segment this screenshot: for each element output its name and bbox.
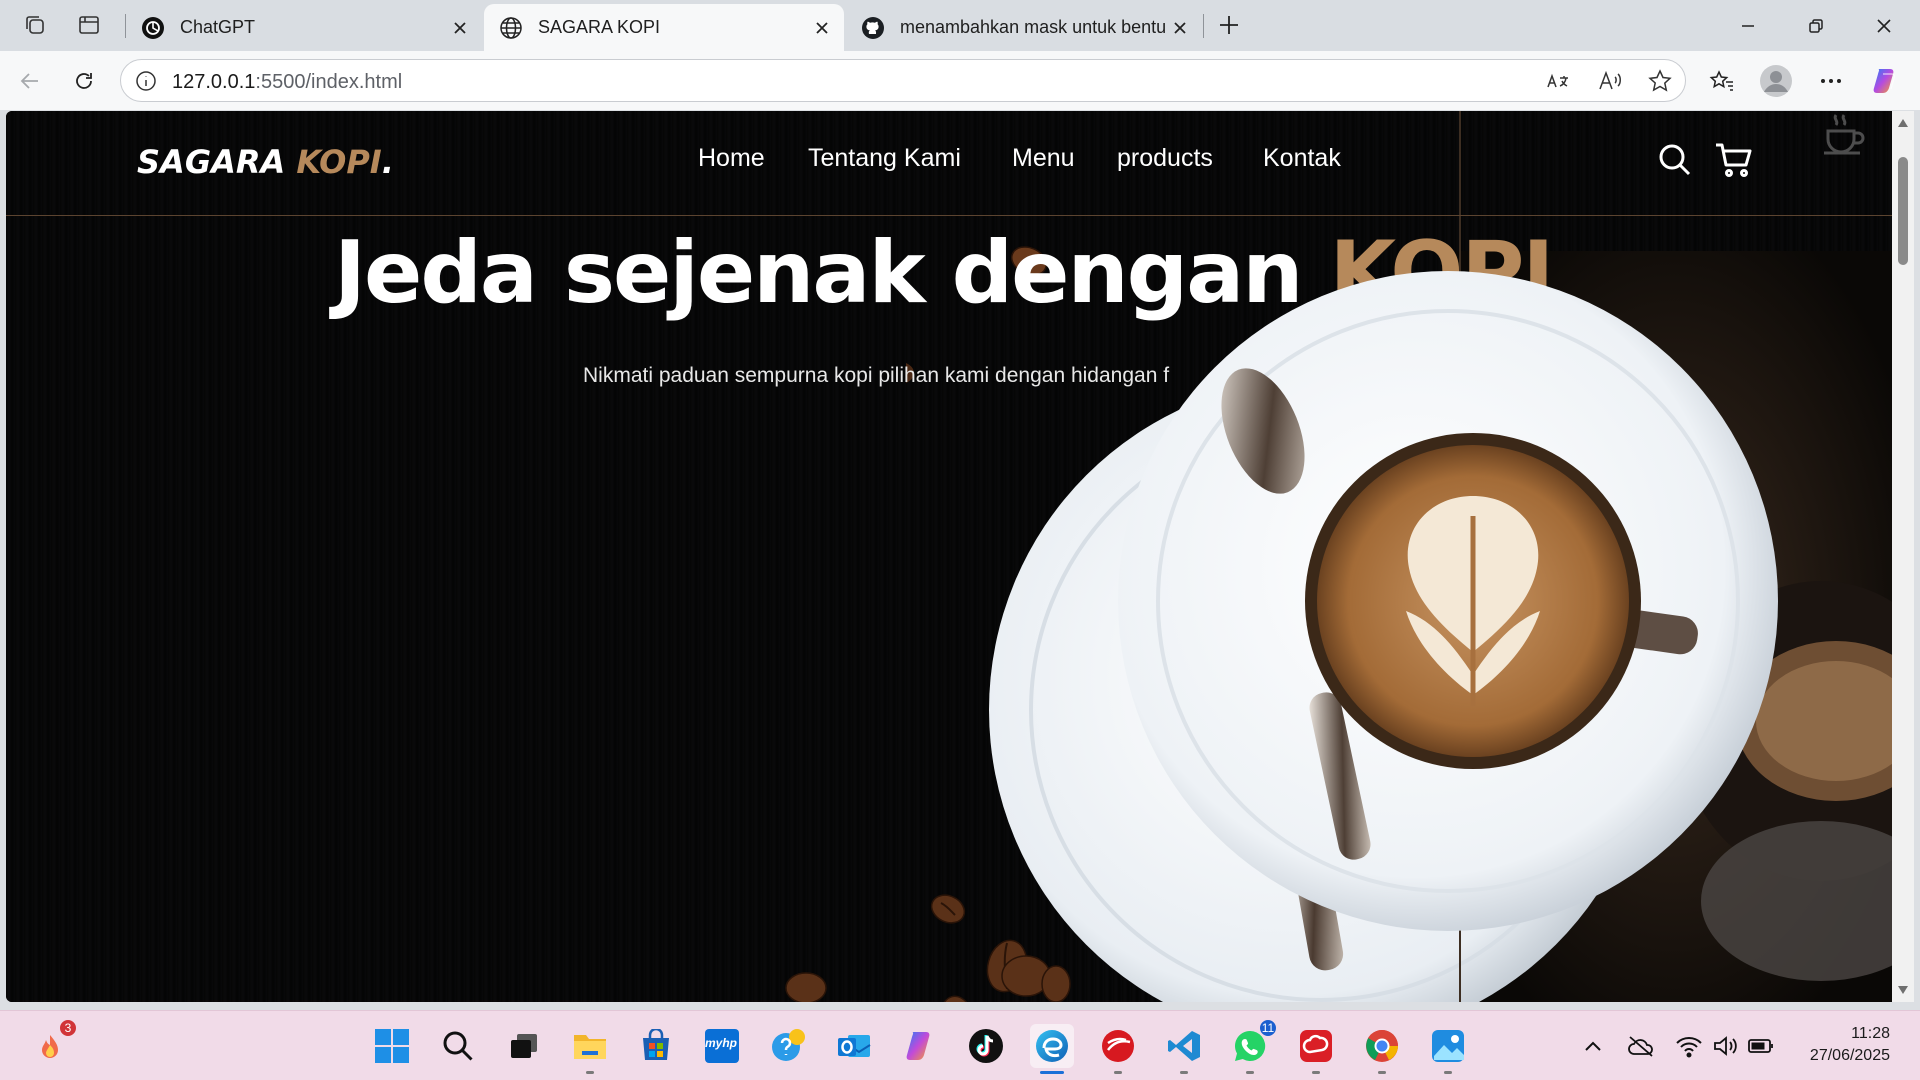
show-hidden-icons-chevron-icon[interactable] — [1578, 1031, 1608, 1061]
coffee-cup-icon — [1824, 114, 1865, 155]
weather-badge: 3 — [58, 1018, 78, 1038]
chrome-icon[interactable] — [1360, 1024, 1404, 1074]
tab-title: ChatGPT — [180, 17, 256, 37]
address-bar[interactable]: 127.0.0.1:5500/index.html — [120, 59, 1686, 102]
new-tab-icon[interactable] — [1214, 10, 1244, 40]
search-taskbar-icon[interactable] — [436, 1024, 480, 1068]
chatgpt-icon — [140, 15, 166, 41]
wifi-icon[interactable] — [1674, 1031, 1704, 1061]
web-page-viewport: SAGARA KOPI. Home Tentang Kami Menu prod… — [6, 111, 1892, 1002]
github-icon — [860, 15, 886, 41]
file-explorer-icon[interactable] — [568, 1024, 612, 1074]
get-help-icon[interactable] — [766, 1024, 810, 1068]
site-logo[interactable]: SAGARA KOPI. — [137, 143, 394, 181]
reload-icon[interactable] — [66, 63, 102, 99]
whatsapp-icon[interactable]: 11 — [1228, 1018, 1278, 1074]
globe-icon — [498, 15, 524, 41]
volume-icon[interactable] — [1710, 1031, 1740, 1061]
taskbar-clock[interactable]: 11:28 27/06/2025 — [1810, 1023, 1890, 1067]
page-scrollbar[interactable] — [1892, 111, 1914, 1002]
close-window-icon[interactable] — [1856, 6, 1912, 46]
microsoft-store-icon[interactable] — [634, 1024, 678, 1068]
url-text[interactable]: 127.0.0.1:5500/index.html — [172, 71, 402, 94]
whatsapp-badge: 11 — [1258, 1018, 1278, 1038]
read-aloud-icon[interactable] — [1597, 69, 1623, 98]
tiktok-icon[interactable] — [964, 1024, 1008, 1068]
search-icon[interactable] — [1656, 141, 1694, 179]
myhp-label: myhp — [705, 1036, 738, 1050]
site-navbar: SAGARA KOPI. Home Tentang Kami Menu prod… — [6, 111, 1892, 216]
scroll-down-arrow-icon[interactable] — [1897, 984, 1909, 996]
workspaces-icon[interactable] — [20, 10, 50, 40]
copilot-taskbar-icon[interactable] — [898, 1024, 942, 1068]
scrollbar-thumb[interactable] — [1898, 157, 1908, 265]
profile-avatar[interactable] — [1758, 63, 1794, 99]
outlook-icon[interactable] — [832, 1024, 876, 1068]
nav-menu-link[interactable]: Menu — [1012, 144, 1075, 173]
edge-browser-icon[interactable] — [1030, 1024, 1074, 1074]
tab-title: SAGARA KOPI — [538, 17, 661, 37]
minimize-icon[interactable] — [1720, 6, 1776, 46]
photos-icon[interactable] — [1426, 1024, 1470, 1074]
hero-subtitle: Nikmati paduan sempurna kopi pilihan kam… — [583, 364, 1170, 387]
browser-toolbar: 127.0.0.1:5500/index.html — [0, 51, 1920, 110]
myhp-icon[interactable]: myhp — [700, 1024, 744, 1068]
clock-date: 27/06/2025 — [1809, 1047, 1890, 1064]
site-info-icon[interactable] — [135, 70, 157, 97]
weather-widget-icon[interactable]: 3 — [28, 1018, 78, 1068]
restore-icon[interactable] — [1788, 6, 1844, 46]
close-tab-icon[interactable] — [1166, 14, 1194, 42]
close-tab-icon[interactable] — [808, 14, 836, 42]
start-icon[interactable] — [370, 1024, 414, 1068]
clock-time: 11:28 — [1851, 1025, 1890, 1042]
coffee-beans-bottom-image — [785, 955, 1071, 1002]
nav-kontak-link[interactable]: Kontak — [1263, 144, 1341, 173]
tab-sagara-kopi[interactable]: SAGARA KOPI — [484, 4, 844, 51]
nav-products-link[interactable]: products — [1117, 144, 1213, 173]
task-view-icon[interactable] — [502, 1024, 546, 1068]
tab-chatgpt[interactable]: ChatGPT — [126, 4, 482, 51]
translate-icon[interactable] — [1545, 69, 1571, 98]
nav-tentang-kami-link[interactable]: Tentang Kami — [808, 144, 961, 173]
battery-icon[interactable] — [1746, 1031, 1776, 1061]
coffee-saucer-image — [1118, 271, 1778, 931]
favorite-star-icon[interactable] — [1647, 68, 1673, 99]
close-tab-icon[interactable] — [446, 14, 474, 42]
copilot-icon[interactable] — [1867, 63, 1903, 99]
nav-home-link[interactable]: Home — [698, 144, 765, 173]
tab-actions-icon[interactable] — [74, 10, 104, 40]
tab-github[interactable]: menambahkan mask untuk bentu — [846, 4, 1202, 51]
tab-title: menambahkan mask untuk bentu — [900, 17, 1166, 37]
creative-cloud-icon[interactable] — [1294, 1024, 1338, 1074]
windows-taskbar: 3 myhp 11 11:28 27/06/2025 — [0, 1010, 1920, 1080]
security-app-icon[interactable] — [1096, 1024, 1140, 1074]
favorites-icon[interactable] — [1704, 63, 1740, 99]
vscode-icon[interactable] — [1162, 1024, 1206, 1074]
onedrive-offline-icon[interactable] — [1626, 1031, 1656, 1061]
tab-strip: ChatGPT SAGARA KOPI menambahkan mask unt… — [0, 0, 1920, 51]
back-icon[interactable] — [12, 63, 48, 99]
scroll-up-arrow-icon[interactable] — [1897, 117, 1909, 129]
more-options-icon[interactable] — [1813, 63, 1849, 99]
shopping-cart-icon[interactable] — [1714, 141, 1752, 179]
